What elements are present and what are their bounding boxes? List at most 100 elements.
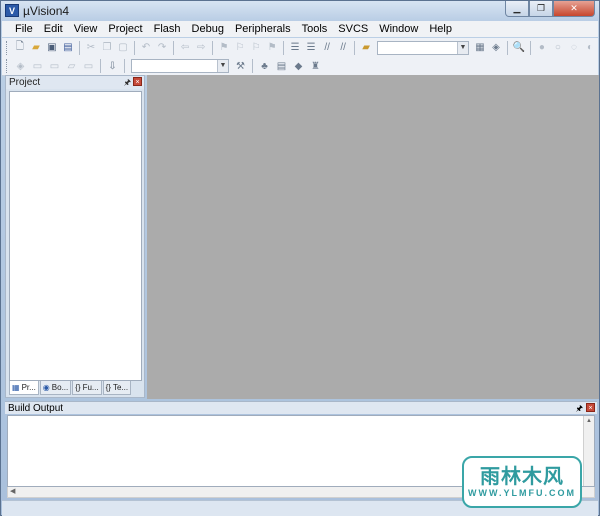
uncomment-icon[interactable]: // bbox=[336, 40, 350, 55]
target-options-icon[interactable]: ⚒ bbox=[233, 59, 248, 74]
toolbar-separator bbox=[212, 40, 213, 55]
toolbar-grip[interactable] bbox=[6, 59, 9, 73]
project-pane-tabs: ▦ Pr... ◉ Bo... {} Fu... {} Te... bbox=[9, 381, 143, 395]
select-packs-icon[interactable]: ◆ bbox=[291, 59, 306, 74]
toolbar-separator bbox=[283, 40, 285, 55]
tab-project[interactable]: ▦ Pr... bbox=[9, 381, 39, 395]
paste-icon[interactable]: ▢ bbox=[116, 40, 130, 55]
toolbar-separator bbox=[134, 40, 135, 55]
books-tab-icon: ◉ bbox=[42, 383, 50, 392]
project-pane: Project 🖈 × ▦ Pr... ◉ Bo... {} Fu... {} … bbox=[5, 75, 145, 398]
rebuild-icon[interactable]: ▭ bbox=[47, 59, 62, 74]
download-icon[interactable]: ⇩ bbox=[105, 59, 120, 74]
watermark-url: WWW.YLMFU.COM bbox=[468, 488, 576, 498]
find-combo[interactable]: ▼ bbox=[377, 40, 469, 55]
menu-project[interactable]: Project bbox=[103, 21, 148, 37]
find-icon[interactable]: ▦ bbox=[473, 40, 487, 55]
bookmark-icon[interactable]: ⚑ bbox=[217, 40, 231, 55]
watermark-logo: 雨林木风 WWW.YLMFU.COM bbox=[462, 456, 582, 508]
maximize-button[interactable]: ❐ bbox=[529, 1, 553, 17]
tab-label: Bo... bbox=[51, 383, 69, 392]
pin-icon[interactable]: 🖈 bbox=[124, 77, 131, 91]
tab-functions[interactable]: {} Fu... bbox=[72, 381, 102, 395]
project-pane-title: Project bbox=[9, 77, 41, 88]
chevron-down-icon[interactable]: ▼ bbox=[217, 60, 228, 72]
debug-session-icon[interactable]: 🔍 bbox=[512, 40, 526, 55]
scroll-left-icon[interactable]: ◀ bbox=[10, 487, 15, 497]
nav-back-icon[interactable]: ⇦ bbox=[178, 40, 192, 55]
tab-label: Fu... bbox=[82, 383, 99, 392]
app-window: V µVision4 ▁ ❐ ✕ File Edit View Project … bbox=[0, 0, 600, 516]
title-bar: V µVision4 ▁ ❐ ✕ bbox=[1, 1, 599, 21]
prev-bookmark-icon[interactable]: ⚐ bbox=[233, 40, 247, 55]
toolbar-separator bbox=[173, 40, 174, 55]
functions-tab-icon: {} bbox=[75, 383, 81, 392]
disable-breakpoint-icon[interactable]: ○ bbox=[551, 40, 565, 55]
tab-books[interactable]: ◉ Bo... bbox=[39, 381, 72, 395]
open-file-icon[interactable]: ▰ bbox=[29, 40, 43, 55]
scroll-up-icon[interactable]: ▲ bbox=[584, 416, 594, 427]
menu-flash[interactable]: Flash bbox=[149, 21, 187, 37]
redo-icon[interactable]: ↷ bbox=[155, 40, 169, 55]
close-pane-icon[interactable]: × bbox=[133, 77, 142, 86]
toolbar-separator bbox=[529, 40, 531, 55]
menu-svcs[interactable]: SVCS bbox=[333, 21, 374, 37]
stop-build-icon[interactable]: ▭ bbox=[81, 59, 96, 74]
batch-build-icon[interactable]: ▱ bbox=[64, 59, 79, 74]
templates-tab-icon: {} bbox=[105, 383, 111, 392]
incremental-find-icon[interactable]: ◈ bbox=[489, 40, 503, 55]
breakpoint-icon[interactable]: ● bbox=[535, 40, 549, 55]
menu-view[interactable]: View bbox=[69, 21, 104, 37]
comment-icon[interactable]: // bbox=[320, 40, 334, 55]
close-button[interactable]: ✕ bbox=[553, 1, 595, 17]
manage-components-icon[interactable]: ▤ bbox=[274, 59, 289, 74]
uvision-app-icon: V bbox=[5, 4, 19, 17]
watermark-title: 雨林木风 bbox=[480, 466, 564, 488]
file-extensions-icon[interactable]: ♣ bbox=[257, 59, 272, 74]
save-all-icon[interactable]: ▤ bbox=[61, 40, 75, 55]
menu-peripherals[interactable]: Peripherals bbox=[230, 21, 297, 37]
build-toolbar: ◈ ▭ ▭ ▱ ▭ ⇩ ▼ ⚒ ♣ ▤ ◆ ♜ bbox=[2, 57, 598, 76]
toolbar-grip[interactable] bbox=[6, 40, 9, 55]
window-controls: ▁ ❐ ✕ bbox=[505, 1, 595, 18]
kill-breakpoints-icon[interactable]: ◌ bbox=[567, 40, 581, 55]
toolbar-separator bbox=[100, 59, 101, 73]
cut-icon[interactable]: ✂ bbox=[84, 40, 98, 55]
run-time-env-icon[interactable]: ♜ bbox=[308, 59, 323, 74]
nav-forward-icon[interactable]: ⇨ bbox=[194, 40, 208, 55]
next-bookmark-icon[interactable]: ⚐ bbox=[249, 40, 263, 55]
vertical-scrollbar[interactable]: ▲ bbox=[583, 416, 594, 486]
menu-bar: File Edit View Project Flash Debug Perip… bbox=[2, 21, 598, 37]
menu-help[interactable]: Help bbox=[424, 21, 458, 37]
indent-icon[interactable]: ☰ bbox=[288, 40, 302, 55]
unindent-icon[interactable]: ☰ bbox=[304, 40, 318, 55]
new-file-icon[interactable]: 🗋 bbox=[13, 40, 27, 55]
toolbar-separator bbox=[354, 40, 356, 55]
undo-icon[interactable]: ↶ bbox=[139, 40, 153, 55]
save-icon[interactable]: ▣ bbox=[45, 40, 59, 55]
build-icon[interactable]: ▭ bbox=[30, 59, 45, 74]
chevron-down-icon[interactable]: ▼ bbox=[456, 41, 468, 54]
copy-icon[interactable]: ❐ bbox=[100, 40, 114, 55]
file-toolbar: 🗋 ▰ ▣ ▤ ✂ ❐ ▢ ↶ ↷ ⇦ ⇨ ⚑ ⚐ ⚐ ⚑ ☰ ☰ // // … bbox=[2, 38, 598, 57]
project-pane-header: Project 🖈 × bbox=[6, 76, 144, 89]
menu-debug[interactable]: Debug bbox=[187, 21, 230, 37]
editor-area[interactable] bbox=[147, 75, 599, 399]
tab-label: Te... bbox=[112, 383, 129, 392]
tab-templates[interactable]: {} Te... bbox=[102, 381, 132, 395]
minimize-button[interactable]: ▁ bbox=[505, 1, 529, 17]
menu-file[interactable]: File bbox=[10, 21, 39, 37]
menu-tools[interactable]: Tools bbox=[297, 21, 334, 37]
menu-window[interactable]: Window bbox=[374, 21, 424, 37]
clear-bookmarks-icon[interactable]: ⚑ bbox=[265, 40, 279, 55]
toolbar-separator bbox=[79, 40, 80, 55]
toolbar-separator bbox=[506, 40, 508, 55]
find-in-files-icon[interactable]: ▰ bbox=[359, 40, 373, 55]
close-pane-icon[interactable]: × bbox=[586, 403, 595, 412]
project-tree[interactable] bbox=[9, 91, 142, 381]
menu-edit[interactable]: Edit bbox=[39, 21, 69, 37]
translate-icon[interactable]: ◈ bbox=[13, 59, 28, 74]
more-icon[interactable]: ◐ bbox=[583, 40, 597, 55]
target-select[interactable]: ▼ bbox=[131, 59, 229, 73]
build-output-header: Build Output 🖈 × bbox=[5, 401, 597, 414]
